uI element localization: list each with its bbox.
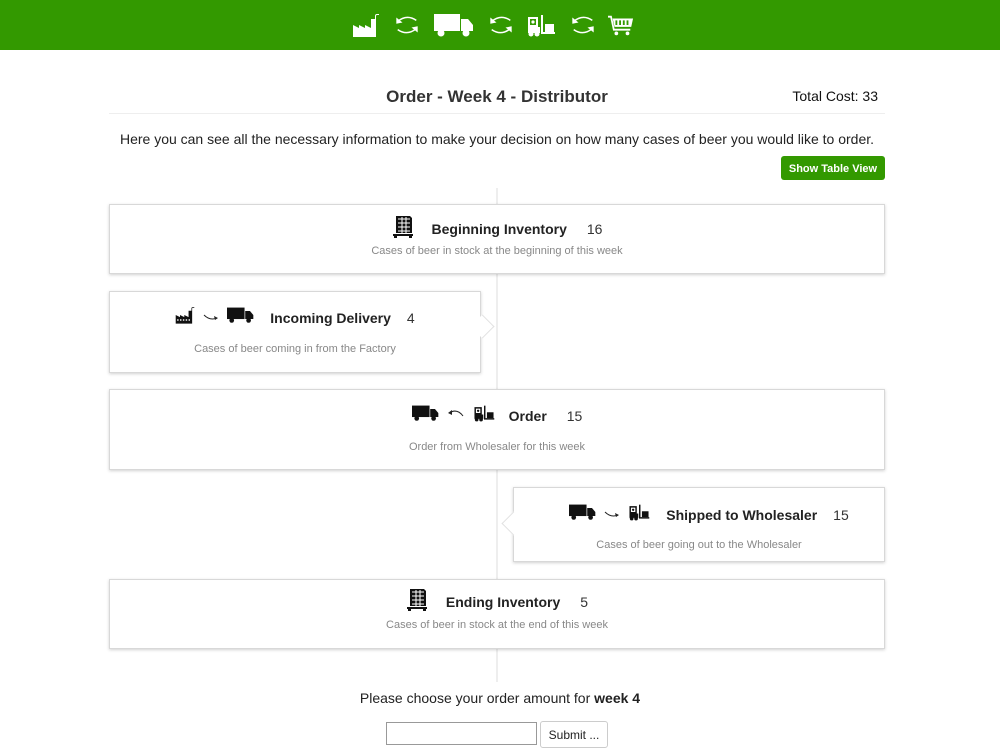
forklift-icon — [628, 502, 650, 527]
truck-icon — [569, 502, 596, 527]
show-table-view-button[interactable]: Show Table View — [781, 156, 885, 180]
card-label: Shipped to Wholesaler — [666, 506, 818, 523]
shopping-cart-icon — [608, 13, 634, 37]
shipped-to-wholesaler-card: Shipped to Wholesaler 15 Cases of beer g… — [513, 487, 885, 562]
card-label: Order — [508, 407, 547, 424]
flow-arrow-icon — [447, 407, 465, 425]
card-label: Incoming Delivery — [270, 309, 391, 326]
card-value: 15 — [833, 506, 849, 523]
factory-icon — [175, 306, 195, 329]
card-label: Beginning Inventory — [431, 220, 567, 237]
cycle-arrows-icon — [570, 12, 596, 38]
card-description: Cases of beer coming in from the Factory — [194, 343, 396, 355]
ending-inventory-card: Ending Inventory 5 Cases of beer in stoc… — [109, 579, 885, 649]
order-prompt-text: Please choose your order amount for — [359, 690, 595, 706]
card-value: 5 — [580, 593, 589, 610]
intro-text: Here you can see all the necessary infor… — [119, 131, 875, 147]
cycle-arrows-icon — [488, 12, 514, 38]
factory-icon — [352, 12, 380, 38]
flow-arrow-icon — [203, 309, 219, 327]
card-value: 4 — [406, 309, 415, 326]
order-card: Order 15 Order from Wholesaler for this … — [109, 389, 885, 470]
truck-icon — [412, 403, 439, 428]
top-navigation-bar — [0, 0, 1000, 50]
truck-icon — [434, 12, 474, 38]
submit-button[interactable]: Submit ... — [540, 721, 608, 748]
total-cost: Total Cost: 33 — [792, 88, 878, 104]
beer-stack-icon — [406, 587, 428, 616]
beer-stack-icon — [392, 214, 414, 243]
card-description: Cases of beer in stock at the beginning … — [371, 245, 623, 257]
beginning-inventory-card: Beginning Inventory 16 Cases of beer in … — [109, 204, 885, 274]
card-description: Cases of beer in stock at the end of thi… — [386, 619, 608, 631]
forklift-icon — [526, 12, 556, 38]
card-value: 16 — [586, 220, 603, 237]
truck-icon — [227, 306, 254, 329]
order-amount-input[interactable] — [386, 722, 537, 745]
card-value: 15 — [566, 407, 583, 424]
forklift-icon — [473, 403, 495, 428]
cycle-arrows-icon — [394, 12, 420, 38]
page-header: Order - Week 4 - Distributor Total Cost:… — [109, 78, 885, 114]
card-description: Cases of beer going out to the Wholesale… — [596, 539, 802, 551]
flow-arrow-icon — [604, 506, 620, 524]
page-title: Order - Week 4 - Distributor — [386, 87, 608, 106]
card-description: Order from Wholesaler for this week — [408, 441, 586, 453]
incoming-delivery-card: Incoming Delivery 4 Cases of beer coming… — [109, 291, 481, 373]
order-prompt: Please choose your order amount for week… — [0, 690, 1000, 706]
order-week: week 4 — [594, 690, 641, 706]
card-label: Ending Inventory — [445, 593, 561, 610]
supply-chain-icons — [352, 8, 634, 42]
